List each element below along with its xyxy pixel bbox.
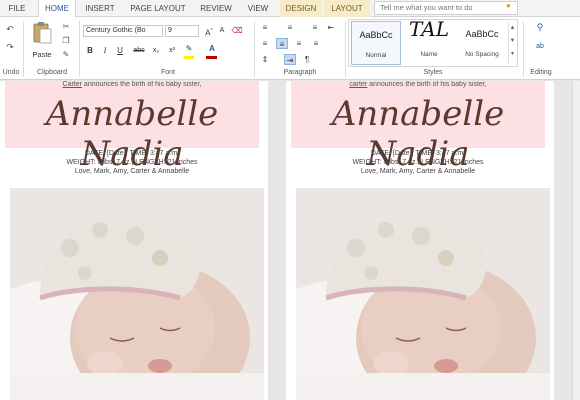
clipboard-group-label: Clipboard [37,69,67,76]
birth-details[interactable]: DATE: [Date], TIME: 3:47 a.m. WEIGHT: 8 … [286,149,550,176]
font-color-bar [206,56,217,59]
details-line: Love, Mark, Amy, Carter & Annabelle [74,168,190,175]
announcement-banner: carter announces the birth of his baby s… [291,81,545,174]
details-line: DATE: [Date], TIME: 3:47 a.m. [370,150,466,157]
tab-page-layout[interactable]: PAGE LAYOUT [128,0,188,17]
tab-home[interactable]: HOME [38,0,76,18]
undo-icon[interactable]: ↶ [3,23,17,35]
styles-gallery: AaBbCc Normal TAL Name AaBbCc No Spacing… [348,19,518,67]
paragraph-group-label: Paragraph [283,69,317,76]
align-left-icon[interactable]: ≡ [259,38,271,49]
grow-font-icon[interactable]: A^ [203,25,215,38]
style-name: Normal [365,52,387,59]
group-separator [23,21,24,77]
style-sample: AaBbCc [465,29,499,39]
tab-file[interactable]: FILE [0,0,34,17]
document-area: Carter announces the birth of his baby s… [0,81,580,400]
intro-name: Carter [62,81,82,88]
find-icon[interactable]: ⚲ [533,21,547,33]
superscript-button[interactable]: x² [166,45,178,57]
copy-icon[interactable]: ❐ [60,35,72,47]
clear-format-icon[interactable]: ⌫ [231,25,243,37]
paste-icon [33,22,52,44]
vertical-scrollbar[interactable] [572,81,580,400]
tab-layout[interactable]: LAYOUT [324,0,370,17]
announcement-banner: Carter announces the birth of his baby s… [5,81,259,174]
style-sample: AaBbCc [359,30,393,40]
page-2: carter announces the birth of his baby s… [286,81,554,400]
intro-text: announces the birth of his baby sister, [367,81,487,88]
tab-insert[interactable]: INSERT [80,0,120,17]
format-painter-icon[interactable]: ✎ [60,49,72,61]
cut-icon[interactable]: ✂ [60,21,72,33]
tab-view[interactable]: VIEW [242,0,274,17]
group-separator [254,21,255,77]
intro-name: carter [349,81,368,88]
style-normal[interactable]: AaBbCc Normal [351,21,401,65]
highlight-icon[interactable]: ✎ [183,43,195,55]
multilevel-list-icon[interactable]: ≡ [309,22,321,33]
style-sample: TAL [409,21,449,41]
paste-label: Paste [32,50,52,59]
ribbon-home: ↶ ↷ Undo Paste ✂ ❐ ✎ Clipboard Century G… [0,17,580,80]
intro-line[interactable]: Carter announces the birth of his baby s… [5,81,259,88]
details-line: WEIGHT: 8 lbs. 7 oz., LENGTH: 21 inches [66,159,198,166]
line-spacing-icon[interactable]: ⇕ [259,54,271,65]
style-name-tile[interactable]: TAL Name [404,21,454,65]
numbering-icon[interactable]: ≡ [284,22,296,33]
intro-line[interactable]: carter announces the birth of his baby s… [291,81,545,88]
baby-photo[interactable] [10,188,264,400]
align-right-icon[interactable]: ≡ [293,38,305,49]
page-1: Carter announces the birth of his baby s… [0,81,268,400]
shrink-font-icon[interactable]: A [216,25,228,37]
intro-text: announces the birth of his baby sister, [81,81,202,88]
group-separator [345,21,346,77]
replace-icon[interactable]: ab [533,41,547,53]
highlight-color-bar [184,56,194,59]
birth-details[interactable]: DATE: [Date], TIME: 3:47 a.m. WEIGHT: 8 … [0,149,264,176]
font-color-button[interactable]: A [206,43,218,55]
paste-button[interactable]: Paste [28,21,56,61]
details-line: Love, Mark, Amy, Carter & Annabelle [360,168,476,175]
bold-button[interactable]: B [84,45,96,57]
styles-group-label: Styles [423,69,443,76]
editing-group-label: Editing [530,69,552,76]
tell-me-search[interactable]: Tell me what you want to do [374,1,518,15]
rtl-icon[interactable]: ¶ [301,54,313,65]
style-name: Name [420,51,438,58]
align-center-icon[interactable]: ≡ [276,38,288,49]
details-line: DATE: [Date], TIME: 3:47 a.m. [84,150,180,157]
strikethrough-button[interactable]: abc [131,45,147,57]
italic-button[interactable]: I [99,45,111,57]
underline-button[interactable]: U [114,45,126,57]
justify-icon[interactable]: ≡ [310,38,322,49]
font-name-combo[interactable]: Century Gothic (Bo [83,25,163,37]
tab-review[interactable]: REVIEW [196,0,236,17]
font-size-combo[interactable]: 9 [165,25,199,37]
style-no-spacing[interactable]: AaBbCc No Spacing [457,21,507,65]
ribbon-tab-bar: FILE HOME INSERT PAGE LAYOUT REVIEW VIEW… [0,0,580,18]
styles-scroll[interactable]: ▲ ▼ ▾ [508,22,516,64]
details-line: WEIGHT: 8 lbs. 7 oz., LENGTH: 21 inches [352,159,484,166]
font-group-label: Font [160,69,175,76]
decrease-indent-icon[interactable]: ⇤ [325,22,337,33]
baby-photo[interactable] [296,188,550,400]
undo-group-label: Undo [2,69,20,76]
style-name: No Spacing [465,51,499,58]
subscript-button[interactable]: x₂ [150,45,162,57]
ltr-icon[interactable]: ⇥ [284,54,296,65]
lightbulb-icon: ● [506,1,511,10]
redo-icon[interactable]: ↷ [3,41,17,53]
bullets-icon[interactable]: ≡ [259,22,271,33]
group-separator [79,21,80,77]
tab-design[interactable]: DESIGN [280,0,322,17]
